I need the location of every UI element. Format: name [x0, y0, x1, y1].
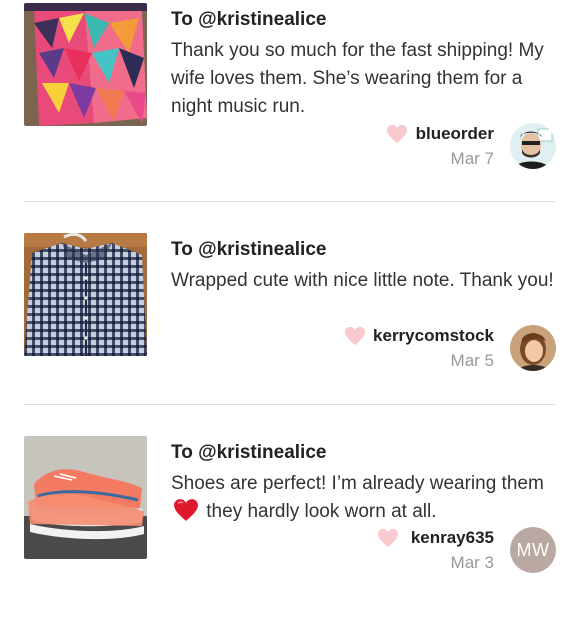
avatar[interactable]: [510, 123, 556, 169]
product-thumbnail[interactable]: [24, 233, 147, 356]
recipient-label[interactable]: To @kristinealice: [171, 442, 326, 464]
avatar-initials: MW: [510, 527, 556, 573]
review-text: Wrapped cute with nice little note. Than…: [171, 270, 554, 291]
plaid-shirt-image: [24, 233, 147, 356]
avatar[interactable]: [510, 325, 556, 371]
avatar[interactable]: MW: [510, 527, 556, 573]
review-text-part: Shoes are perfect! I’m already wearing t…: [171, 473, 544, 494]
reviewer-username[interactable]: kerrycomstock: [373, 326, 494, 346]
product-thumbnail[interactable]: [24, 3, 147, 126]
geometric-leggings-image: [24, 3, 147, 126]
recipient-label[interactable]: To @kristinealice: [171, 239, 326, 261]
review-text-part: they hardly look worn at all.: [206, 501, 437, 522]
heart-icon[interactable]: [386, 124, 408, 144]
recipient-label[interactable]: To @kristinealice: [171, 9, 326, 31]
red-heart-emoji-icon: [173, 498, 199, 531]
review-date: Mar 7: [450, 149, 494, 168]
review-date: Mar 5: [450, 351, 494, 370]
product-thumbnail[interactable]: [24, 436, 147, 559]
review-text: Thank you so much for the fast shipping!…: [171, 40, 544, 117]
heart-icon[interactable]: [344, 326, 366, 346]
divider: [24, 201, 556, 202]
review-date: Mar 3: [450, 553, 494, 572]
running-shoes-image: [24, 436, 147, 559]
review-item: To @kristinealice Wrapped cute with nice…: [0, 233, 580, 433]
review-text: Shoes are perfect! I’m already wearing t…: [171, 470, 566, 531]
divider: [24, 404, 556, 405]
reviewer-username[interactable]: kenray635: [411, 528, 494, 548]
reviewer-username[interactable]: blueorder: [416, 124, 494, 144]
review-item: To @kristinealice Thank you so much for …: [0, 3, 580, 203]
heart-icon[interactable]: [377, 528, 399, 548]
review-item: To @kristinealice Shoes are perfect! I’m…: [0, 436, 580, 636]
